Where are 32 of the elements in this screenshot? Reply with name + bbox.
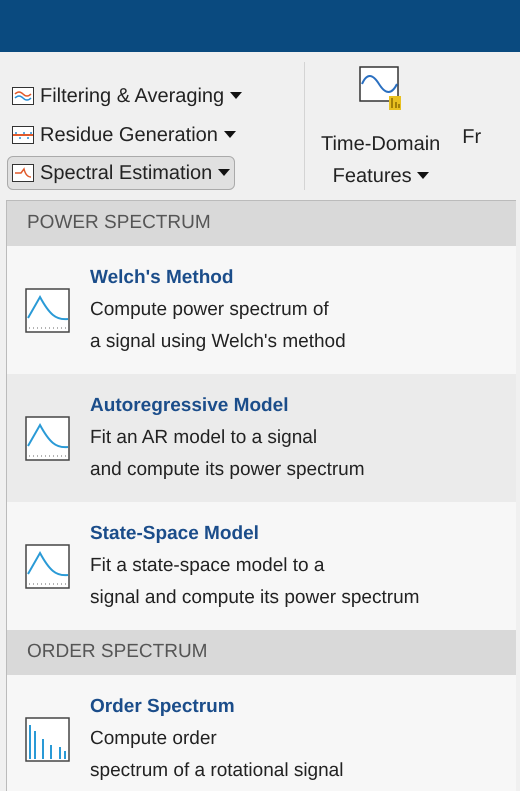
- menu-item-description: spectrum of a rotational signal: [90, 759, 344, 783]
- spectrum-chart-icon: [12, 164, 34, 182]
- menu-item-title: Welch's Method: [90, 266, 235, 290]
- menu-item-title: State-Space Model: [90, 522, 260, 546]
- caret-icon: [416, 172, 429, 180]
- toolbar-dropdown-button[interactable]: Residue Generation: [7, 118, 241, 152]
- menu-item-title: Autoregressive Model: [90, 394, 290, 418]
- toolbar-dropdown-button[interactable]: Spectral Estimation: [7, 156, 236, 190]
- menu-item-description: Fit a state-space model to a: [90, 554, 326, 578]
- peak-curve-icon: [25, 288, 70, 332]
- caret-icon: [224, 130, 236, 138]
- section-header: POWER SPECTRUM: [7, 201, 516, 246]
- toolbar-label: Fr: [462, 125, 482, 150]
- sine-chart-icon: [358, 66, 403, 112]
- residue-chart-icon: [12, 126, 34, 144]
- menu-item-title: Order Spectrum: [90, 695, 236, 719]
- menu-item-description: Compute order: [90, 727, 218, 751]
- toolbar-dropdown-button[interactable]: Filtering & Averaging: [7, 79, 248, 113]
- menu-item-description: a signal using Welch's method: [90, 330, 346, 354]
- menu-item-description: signal and compute its power spectrum: [90, 586, 420, 610]
- time-domain-features-button[interactable]: Time-Domain Features: [321, 66, 440, 192]
- bar-spectrum-icon: [25, 716, 70, 762]
- menu-item-description: Compute power spectrum of: [90, 298, 330, 322]
- caret-icon: [230, 92, 242, 100]
- peak-curve-icon: [25, 544, 70, 588]
- caret-icon: [218, 169, 230, 178]
- menu-item-description: Fit an AR model to a signal: [90, 426, 318, 450]
- menu-item-description: and compute its power spectrum: [90, 458, 365, 482]
- section-header: ORDER SPECTRUM: [7, 630, 516, 675]
- wave-chart-icon: [12, 86, 34, 105]
- menu-item[interactable]: Autoregressive Model Fit an AR model to a signal and compute its power spectrum: [7, 374, 516, 502]
- peak-curve-icon: [25, 416, 70, 460]
